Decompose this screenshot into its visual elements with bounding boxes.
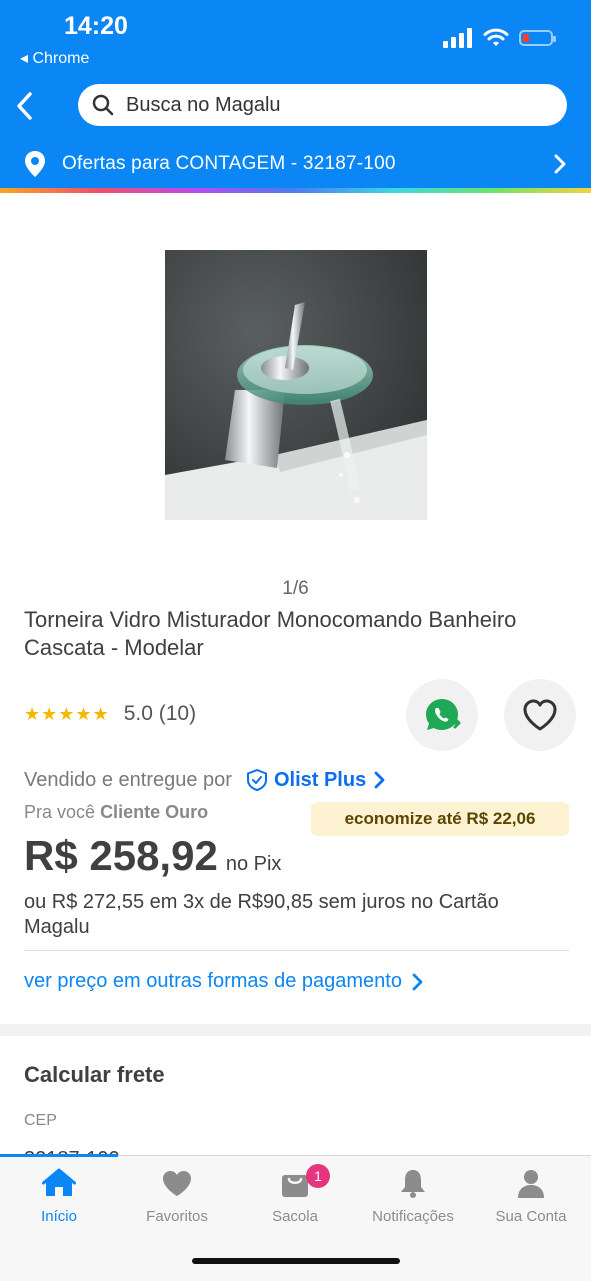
bell-icon [401, 1170, 425, 1198]
chevron-right-icon [374, 771, 385, 789]
section-divider [0, 1024, 591, 1036]
product-title: Torneira Vidro Misturador Monocomando Ba… [24, 607, 517, 660]
chevron-right-icon [554, 154, 566, 174]
nav-notifications-label: Notificações [372, 1208, 454, 1225]
nav-favorites[interactable]: Favoritos [118, 1164, 236, 1225]
bag-count-badge: 1 [306, 1164, 330, 1188]
heart-icon [163, 1171, 191, 1196]
active-tab-indicator [0, 1154, 118, 1157]
search-bar[interactable] [78, 84, 567, 126]
chevron-left-icon [17, 92, 32, 120]
nav-account[interactable]: Sua Conta [472, 1164, 590, 1225]
divider [24, 950, 569, 951]
client-tier-name: Cliente Ouro [100, 802, 209, 822]
price-block: R$ 258,92 no Pix [24, 832, 281, 880]
faucet-image [165, 250, 427, 520]
nav-notifications[interactable]: Notificações [354, 1164, 472, 1225]
verified-shield-icon [246, 768, 267, 792]
nav-bag[interactable]: 1 Sacola [236, 1164, 354, 1225]
location-banner[interactable]: Ofertas para CONTAGEM - 32187-100 [24, 148, 569, 180]
client-prefix: Pra você [24, 802, 96, 822]
nav-home-label: Início [41, 1208, 77, 1225]
home-icon [42, 1168, 76, 1196]
seller-label: Vendido e entregue por [24, 768, 232, 791]
home-indicator [192, 1258, 400, 1264]
user-icon [518, 1170, 544, 1198]
status-icons [443, 28, 556, 48]
star-rating-icon: ★★★★★ [24, 703, 110, 724]
back-to-app-link[interactable]: ◂ Chrome [20, 48, 89, 68]
status-time: 14:20 [64, 12, 128, 40]
signal-icon [443, 28, 472, 48]
installments-text: ou R$ 272,55 em 3x de R$90,85 sem juros … [24, 891, 499, 938]
other-payments-label: ver preço em outras formas de pagamento [24, 970, 402, 992]
seller-info: Vendido e entregue por Olist Plus [24, 768, 388, 792]
seller-name-link[interactable]: Olist Plus [274, 769, 366, 792]
other-payments-link[interactable]: ver preço em outras formas de pagamento [24, 970, 426, 993]
battery-icon [519, 30, 556, 46]
nav-favorites-label: Favoritos [146, 1208, 208, 1225]
rainbow-divider [0, 188, 591, 193]
back-button[interactable] [10, 86, 46, 126]
shipping-title: Calcular frete [24, 1062, 165, 1087]
chevron-right-icon [412, 973, 423, 990]
product-image[interactable] [165, 250, 427, 520]
heart-outline-icon [523, 699, 557, 731]
cep-label: CEP [24, 1112, 57, 1129]
search-input[interactable] [124, 92, 528, 118]
image-counter: 1/6 [282, 578, 309, 599]
client-tier: Pra você Cliente Ouro [24, 802, 208, 823]
nav-home[interactable]: Início [0, 1164, 118, 1225]
nav-bag-label: Sacola [272, 1208, 318, 1225]
nav-account-label: Sua Conta [495, 1208, 567, 1225]
share-whatsapp-button[interactable] [406, 679, 478, 751]
whatsapp-icon [426, 699, 461, 730]
price-method: no Pix [225, 853, 282, 875]
economy-badge: economize até R$ 22,06 [311, 802, 569, 836]
location-text: Ofertas para CONTAGEM - 32187-100 [62, 153, 396, 174]
location-pin-icon [25, 151, 45, 177]
favorite-button[interactable] [504, 679, 576, 751]
price-value: R$ 258,92 [24, 832, 218, 879]
wifi-icon [483, 28, 509, 46]
rating-value: 5.0 (10) [123, 702, 197, 725]
product-rating[interactable]: ★★★★★ 5.0 (10) [24, 702, 196, 726]
search-icon [92, 94, 114, 116]
